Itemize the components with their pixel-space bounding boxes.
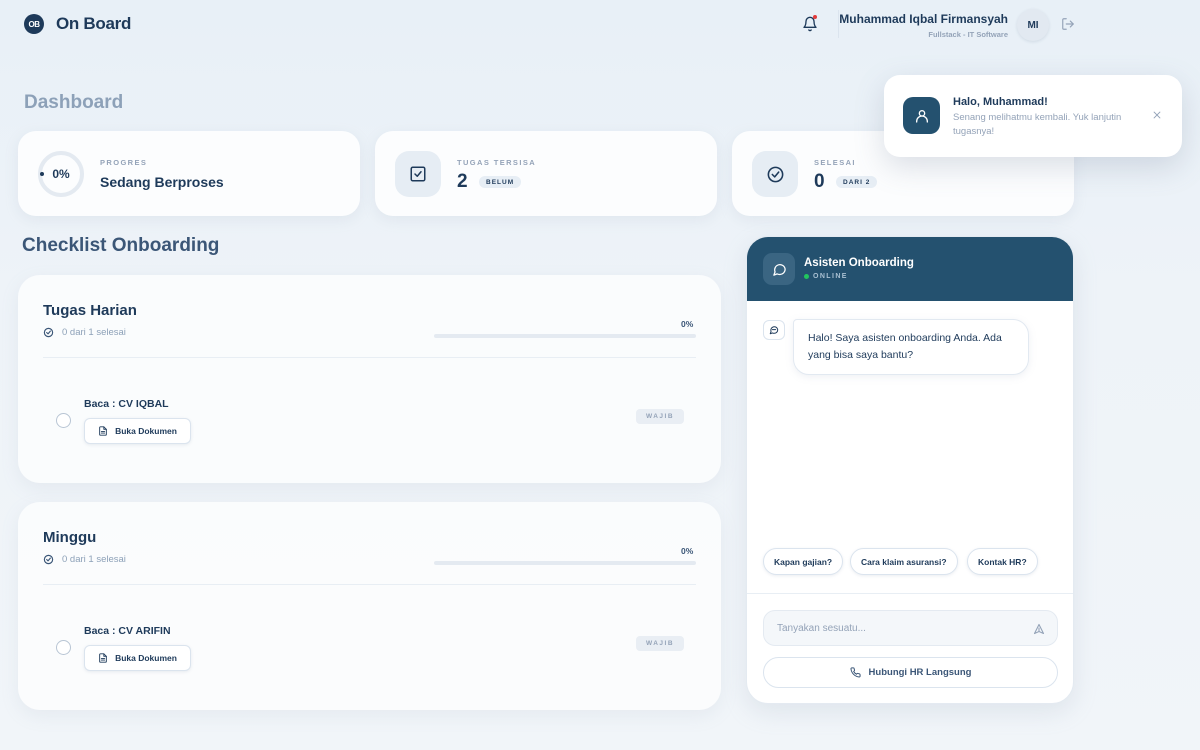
app-logo[interactable]: OB On Board <box>24 14 131 34</box>
done-label: SELESAI <box>814 158 856 167</box>
contact-hr-button[interactable]: Hubungi HR Langsung <box>763 657 1058 688</box>
bot-message: Halo! Saya asisten onboarding Anda. Ada … <box>793 319 1029 375</box>
group-summary: 0 dari 1 selesai <box>43 327 126 338</box>
chat-title: Asisten Onboarding <box>804 257 914 269</box>
progress-label: PROGRES <box>100 158 148 167</box>
logo-mark: OB <box>24 14 44 34</box>
app-name: On Board <box>56 14 132 33</box>
welcome-toast: Halo, Muhammad! Senang melihatmu kembali… <box>884 75 1182 157</box>
progress-ring: 0% <box>38 151 84 197</box>
page-title: Dashboard <box>24 92 124 113</box>
checklist-group-daily: Tugas Harian 0 dari 1 selesai 0% Baca : … <box>18 275 721 483</box>
group-progress-bar <box>434 334 696 338</box>
group-summary: 0 dari 1 selesai <box>43 554 126 565</box>
group-divider <box>43 357 696 358</box>
task-checkbox[interactable] <box>56 640 71 655</box>
task-checkbox[interactable] <box>56 413 71 428</box>
open-document-button[interactable]: Buka Dokumen <box>84 418 191 444</box>
open-document-label: Buka Dokumen <box>115 653 177 663</box>
phone-icon <box>850 667 861 678</box>
open-document-label: Buka Dokumen <box>115 426 177 436</box>
avatar[interactable]: MI <box>1017 9 1049 41</box>
user-name: Muhammad Iqbal Firmansyah <box>839 12 1008 26</box>
user-role: Fullstack - IT Software <box>928 30 1008 39</box>
chat-status-text: ONLINE <box>813 273 848 280</box>
done-badge: DARI 2 <box>836 176 878 188</box>
remaining-label: TUGAS TERSISA <box>457 158 537 167</box>
group-progress-bar <box>434 561 696 565</box>
group-summary-text: 0 dari 1 selesai <box>62 554 126 565</box>
chat-bubble-icon <box>769 326 779 335</box>
remaining-stat-card: TUGAS TERSISA 2 BELUM <box>375 131 717 216</box>
bot-avatar <box>763 320 785 340</box>
toast-icon-box <box>903 97 940 134</box>
checklist-title: Checklist Onboarding <box>22 235 220 256</box>
contact-hr-label: Hubungi HR Langsung <box>868 667 972 678</box>
logout-icon[interactable] <box>1061 17 1075 31</box>
group-percent: 0% <box>681 319 694 329</box>
progress-status: Sedang Berproses <box>100 174 224 190</box>
group-summary-text: 0 dari 1 selesai <box>62 327 126 338</box>
chat-bubble-icon <box>772 263 786 276</box>
chat-header: Asisten Onboarding ONLINE <box>747 237 1073 301</box>
progress-stat-card: 0% PROGRES Sedang Berproses <box>18 131 360 216</box>
check-circle-icon <box>43 327 54 338</box>
checklist-group-weekly: Minggu 0 dari 1 selesai 0% Baca : CV ARI… <box>18 502 721 710</box>
group-title: Tugas Harian <box>43 302 137 319</box>
open-document-button[interactable]: Buka Dokumen <box>84 645 191 671</box>
required-badge: WAJIB <box>636 409 684 424</box>
check-circle-icon <box>43 554 54 565</box>
quick-reply-insurance[interactable]: Cara klaim asuransi? <box>850 548 958 575</box>
group-percent: 0% <box>681 546 694 556</box>
task-title: Baca : CV IQBAL <box>84 398 169 410</box>
chat-status: ONLINE <box>804 273 848 280</box>
top-header: OB On Board Muhammad Iqbal Firmansyah Fu… <box>0 0 1200 50</box>
progress-percent: 0% <box>52 167 70 181</box>
chat-header-icon-box <box>763 253 795 285</box>
remaining-icon-box <box>395 151 441 197</box>
user-icon <box>915 109 928 123</box>
check-circle-icon <box>767 166 783 182</box>
checkbox-icon <box>410 166 426 182</box>
send-icon[interactable] <box>1033 623 1045 635</box>
done-count: 0 <box>814 171 825 192</box>
remaining-count: 2 <box>457 171 468 192</box>
required-badge: WAJIB <box>636 636 684 651</box>
progress-ring-dot <box>40 172 44 176</box>
online-dot <box>804 274 809 279</box>
quick-reply-payday[interactable]: Kapan gajian? <box>763 548 844 575</box>
quick-reply-contact-hr[interactable]: Kontak HR? <box>967 548 1038 575</box>
remaining-badge: BELUM <box>479 176 522 188</box>
user-info: Muhammad Iqbal Firmansyah Fullstack - IT… <box>839 12 1008 39</box>
chat-divider <box>747 593 1073 594</box>
group-divider <box>43 584 696 585</box>
document-icon <box>99 426 107 436</box>
close-icon[interactable] <box>1152 110 1162 120</box>
group-title: Minggu <box>43 529 97 546</box>
notification-dot <box>813 15 817 19</box>
task-title: Baca : CV ARIFIN <box>84 625 171 637</box>
chat-assistant-panel: Asisten Onboarding ONLINE Halo! Saya asi… <box>746 236 1074 704</box>
chat-input[interactable] <box>763 610 1058 646</box>
toast-message: Senang melihatmu kembali. Yuk lanjutin t… <box>953 112 1122 137</box>
document-icon <box>99 653 107 663</box>
toast-title: Halo, Muhammad! <box>953 96 1048 108</box>
done-icon-box <box>752 151 798 197</box>
